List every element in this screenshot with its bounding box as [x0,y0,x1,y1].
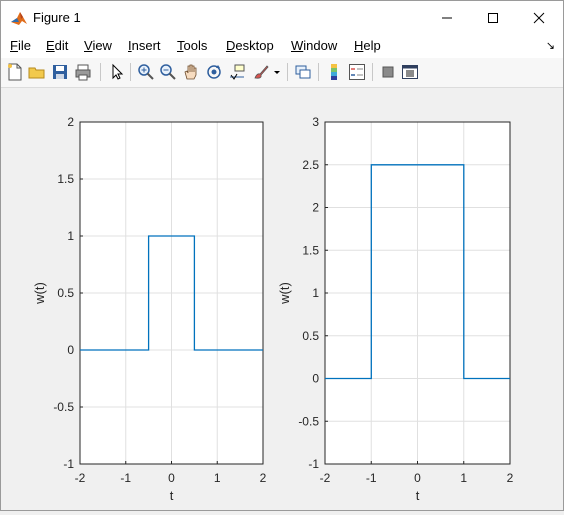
y-tick-label: -1 [308,457,319,471]
close-icon [533,12,545,23]
menu-edit-rest: dit [54,38,69,53]
zoom-in-icon[interactable] [137,63,155,81]
menu-view-rest: iew [92,38,112,53]
y-tick-label: 1 [67,229,74,243]
x-tick-label: 2 [507,471,514,485]
y-axis-label: w(t) [277,282,292,305]
y-tick-label: -0.5 [298,414,319,428]
x-tick-label: -2 [320,471,331,485]
menu-file-mnemonic: F [10,38,18,53]
dock-arrow-icon[interactable]: ↘ [546,39,555,52]
brush-icon[interactable] [252,63,270,81]
figure-toolbar [1,58,563,88]
open-file-icon[interactable] [28,63,46,81]
toolbar-separator [100,63,101,81]
x-tick-label: 1 [460,471,467,485]
x-tick-label: -1 [366,471,377,485]
link-plot-icon[interactable] [294,63,312,81]
y-tick-label: 1 [312,286,319,300]
y-tick-label: 3 [312,115,319,129]
zoom-out-icon[interactable] [159,63,177,81]
y-tick-label: 2 [67,115,74,129]
data-cursor-icon[interactable] [228,63,246,81]
minimize-button[interactable] [424,1,470,34]
y-tick-label: -1 [63,457,74,471]
save-icon[interactable] [51,63,69,81]
y-tick-label: 1.5 [57,172,74,186]
menu-window-mnemonic: W [291,38,304,53]
menu-edit[interactable]: Edit [46,38,68,53]
toolbar-separator [130,63,131,81]
pan-icon[interactable] [182,63,200,81]
y-tick-label: 2.5 [302,158,319,172]
maximize-button[interactable] [470,1,516,34]
toolbar-separator [287,63,288,81]
y-axis-label: w(t) [32,282,47,305]
menu-bar: File Edit View Insert Tools Desktop Wind… [1,34,563,58]
rotate-3d-icon[interactable] [205,63,223,81]
matlab-logo-icon [10,9,28,27]
menu-help-rest: elp [363,38,381,53]
close-button[interactable] [516,1,562,34]
chevron-down-icon[interactable] [272,63,282,81]
y-tick-label: 1.5 [302,243,319,257]
y-tick-label: 0 [312,372,319,386]
y-tick-label: 0.5 [57,286,74,300]
maximize-icon [488,12,498,23]
menu-window[interactable]: Window [291,38,337,53]
figure-window: Figure 1 File Edit View Insert Tools Des… [0,0,564,511]
menu-file-rest: ile [17,38,31,53]
menu-help[interactable]: Help [354,38,381,53]
menu-help-mnemonic: H [354,38,364,53]
colorbar-icon[interactable] [325,63,343,81]
menu-desktop[interactable]: Desktop [226,38,274,53]
x-tick-label: 2 [260,471,267,485]
legend-icon[interactable] [348,63,366,81]
x-tick-label: -1 [120,471,131,485]
x-axis-label: t [416,488,420,503]
figure-canvas[interactable]: -2 -1 0 1 2 -1 -0.5 0 0.5 1 1.5 2 t w(t) -2 -1 0 1 2 -1 -0.5… [1,88,563,510]
menu-window-rest: indow [303,38,338,53]
menu-tools-rest: ools [183,38,208,53]
menu-desktop-mnemonic: D [226,38,236,53]
menu-desktop-rest: esktop [235,38,274,53]
x-tick-label: 1 [214,471,221,485]
show-plot-tools-icon[interactable] [401,63,419,81]
pointer-icon[interactable] [108,63,126,81]
menu-tools[interactable]: Tools [177,38,207,53]
menu-insert-rest: nsert [131,38,161,53]
x-tick-label: -2 [75,471,86,485]
y-tick-label: -0.5 [53,400,74,414]
menu-file[interactable]: File [10,38,31,53]
menu-insert[interactable]: Insert [128,38,161,53]
title-bar[interactable]: Figure 1 [1,1,563,34]
window-title: Figure 1 [33,10,81,25]
new-figure-icon[interactable] [6,63,24,81]
toolbar-separator [318,63,319,81]
plots-svg: -2 -1 0 1 2-1-0.500.511.52tw(t)-2 -1 0 1 2-1-0.5… [32,115,514,503]
y-tick-label: 0 [67,343,74,357]
x-axis-label: t [170,488,174,503]
menu-edit-mnemonic: E [46,38,55,53]
toolbar-separator [372,63,373,81]
print-icon[interactable] [74,63,92,81]
x-tick-label: 0 [414,471,421,485]
x-tick-label: 0 [168,471,175,485]
minimize-icon [442,17,452,18]
menu-view[interactable]: View [84,38,112,53]
y-tick-label: 2 [312,201,319,215]
y-tick-label: 0.5 [302,329,319,343]
hide-plot-tools-icon[interactable] [379,63,397,81]
